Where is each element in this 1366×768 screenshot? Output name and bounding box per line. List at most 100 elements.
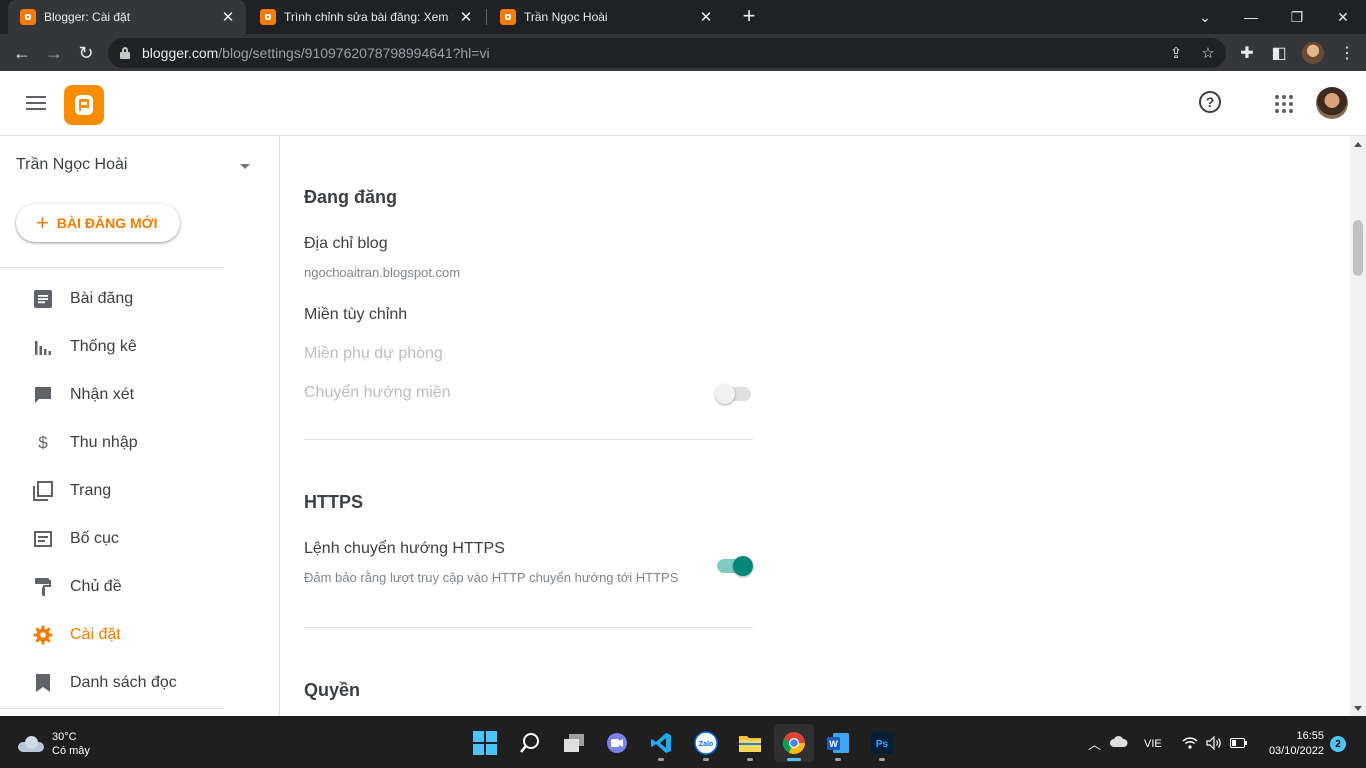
sidebar-item-theme[interactable]: Chủ đề bbox=[0, 567, 260, 607]
tab-blog-home[interactable]: Trần Ngọc Hoài ✕ bbox=[488, 0, 724, 34]
scroll-up-icon[interactable] bbox=[1354, 142, 1362, 147]
start-button[interactable] bbox=[465, 724, 505, 762]
blogger-favicon-icon bbox=[260, 9, 276, 25]
blog-address-value: ngochoaitran.blogspot.com bbox=[304, 265, 461, 280]
address-bar[interactable]: blogger.com/blog/settings/91097620787989… bbox=[108, 38, 1226, 68]
back-icon[interactable]: ← bbox=[8, 39, 36, 67]
tab-post-editor[interactable]: Trình chỉnh sửa bài đăng: Xem trư ✕ bbox=[248, 0, 484, 34]
bookmark-star-icon[interactable]: ☆ bbox=[1198, 43, 1218, 63]
settings-icon bbox=[32, 624, 54, 646]
clock-date: 03/10/2022 bbox=[1268, 745, 1324, 757]
sidebar-item-earnings[interactable]: $ Thu nhập bbox=[0, 423, 260, 463]
account-avatar[interactable] bbox=[1316, 87, 1348, 119]
tab-search-icon[interactable]: ⌄ bbox=[1182, 0, 1228, 34]
scroll-thumb[interactable] bbox=[1353, 220, 1363, 276]
scroll-down-icon[interactable] bbox=[1354, 706, 1362, 711]
teams-chat-icon[interactable] bbox=[597, 724, 637, 762]
language-indicator[interactable]: VIE bbox=[1144, 738, 1162, 750]
side-panel-icon[interactable]: ◧ bbox=[1268, 42, 1290, 64]
svg-text:W: W bbox=[829, 739, 838, 749]
blogger-favicon-icon bbox=[20, 9, 36, 25]
google-apps-icon[interactable] bbox=[1275, 95, 1293, 113]
redirect-domain-toggle[interactable] bbox=[715, 384, 753, 404]
svg-text:Zalo: Zalo bbox=[699, 741, 713, 748]
close-tab-icon[interactable]: ✕ bbox=[458, 8, 474, 26]
sidebar-item-reading-list[interactable]: Danh sách đọc bbox=[0, 663, 260, 703]
tab-blogger-settings[interactable]: Blogger: Cài đặt ✕ bbox=[8, 0, 246, 34]
https-redirect-label: Lệnh chuyển hướng HTTPS bbox=[304, 540, 505, 557]
blog-selector[interactable]: Trần Ngọc Hoài bbox=[16, 156, 256, 178]
vscode-icon[interactable] bbox=[641, 724, 681, 762]
cloud-icon bbox=[18, 736, 44, 752]
file-explorer-icon[interactable] bbox=[730, 724, 770, 762]
restore-button[interactable]: ❐ bbox=[1274, 0, 1320, 34]
chrome-taskbar-icon[interactable] bbox=[774, 724, 814, 762]
section-title-https: HTTPS bbox=[304, 492, 364, 512]
sidebar-item-settings[interactable]: Cài đặt bbox=[0, 615, 260, 655]
system-clock[interactable]: 16:55 03/10/2022 bbox=[1258, 729, 1324, 759]
posts-icon bbox=[32, 288, 54, 310]
bookmark-icon bbox=[32, 672, 54, 694]
blog-address-label[interactable]: Địa chỉ blog bbox=[304, 235, 388, 253]
browser-toolbar: ← → ↻ blogger.com/blog/settings/91097620… bbox=[0, 34, 1366, 71]
sidebar-item-posts[interactable]: Bài đăng bbox=[0, 279, 260, 319]
share-icon[interactable]: ⇪ bbox=[1166, 43, 1186, 63]
sidebar-item-label: Danh sách đọc bbox=[70, 674, 177, 691]
browser-tab-strip: Blogger: Cài đặt ✕ Trình chỉnh sửa bài đ… bbox=[0, 0, 1366, 34]
weather-condition: Có mây bbox=[52, 745, 90, 757]
plus-icon: + bbox=[36, 210, 49, 235]
section-divider bbox=[304, 439, 753, 440]
new-tab-button[interactable]: + bbox=[738, 5, 760, 27]
settings-panel: Đang đăng Địa chỉ blog ngochoaitran.blog… bbox=[281, 136, 1350, 716]
sidebar-item-layout[interactable]: Bố cục bbox=[0, 519, 260, 559]
https-redirect-toggle[interactable] bbox=[715, 556, 753, 576]
search-icon[interactable] bbox=[510, 724, 550, 762]
word-icon[interactable]: W bbox=[818, 724, 858, 762]
lock-icon[interactable] bbox=[120, 47, 130, 59]
extensions-icon[interactable]: ✚ bbox=[1236, 42, 1258, 64]
onedrive-cloud-icon[interactable] bbox=[1110, 736, 1128, 750]
close-tab-icon[interactable]: ✕ bbox=[698, 8, 714, 26]
tab-title: Trần Ngọc Hoài bbox=[524, 10, 608, 24]
sidebar-item-comments[interactable]: Nhận xét bbox=[0, 375, 260, 415]
zalo-icon[interactable]: Zalo bbox=[686, 724, 726, 762]
notification-badge[interactable]: 2 bbox=[1330, 736, 1346, 752]
volume-icon[interactable] bbox=[1206, 735, 1222, 753]
forward-icon[interactable]: → bbox=[40, 39, 68, 67]
new-post-label: BÀI ĐĂNG MỚI bbox=[56, 215, 158, 231]
sidebar-item-label: Nhận xét bbox=[70, 386, 135, 403]
sidebar-item-stats[interactable]: Thống kê bbox=[0, 327, 260, 367]
tab-title: Trình chỉnh sửa bài đăng: Xem trư bbox=[284, 10, 452, 24]
redirect-domain-label: Chuyển hướng miền bbox=[304, 384, 451, 401]
dollar-icon: $ bbox=[38, 433, 48, 452]
minimize-button[interactable]: — bbox=[1228, 0, 1274, 34]
sidebar-item-pages[interactable]: Trang bbox=[0, 471, 260, 511]
tab-title: Blogger: Cài đặt bbox=[44, 10, 131, 24]
page-scrollbar[interactable] bbox=[1350, 136, 1366, 716]
blogger-logo[interactable] bbox=[64, 85, 104, 125]
weather-widget[interactable]: 30°C Có mây bbox=[18, 730, 90, 758]
blog-name: Trần Ngọc Hoài bbox=[16, 156, 128, 173]
menu-icon[interactable] bbox=[26, 96, 46, 110]
close-window-button[interactable]: ✕ bbox=[1320, 0, 1366, 34]
chrome-menu-icon[interactable]: ⋮ bbox=[1336, 42, 1358, 64]
windows-taskbar: 30°C Có mây Zalo W Ps ︿ VIE 16:55 03/10/… bbox=[0, 716, 1366, 768]
blogger-favicon-icon bbox=[500, 9, 516, 25]
wifi-icon[interactable] bbox=[1182, 736, 1198, 752]
divider bbox=[0, 708, 224, 709]
divider bbox=[0, 267, 224, 268]
photoshop-icon[interactable]: Ps bbox=[862, 724, 902, 762]
show-hidden-icons-icon[interactable]: ︿ bbox=[1088, 734, 1101, 753]
profile-avatar[interactable] bbox=[1302, 42, 1324, 64]
reload-icon[interactable]: ↻ bbox=[72, 39, 100, 67]
help-icon[interactable]: ? bbox=[1199, 91, 1221, 113]
sidebar-item-label: Cài đặt bbox=[70, 626, 121, 643]
battery-icon[interactable] bbox=[1230, 738, 1248, 751]
sidebar-item-label: Bài đăng bbox=[70, 290, 134, 307]
close-tab-icon[interactable]: ✕ bbox=[220, 8, 236, 26]
layout-icon bbox=[32, 528, 54, 550]
new-post-button[interactable]: + BÀI ĐĂNG MỚI bbox=[16, 204, 180, 242]
task-view-icon[interactable] bbox=[554, 724, 594, 762]
custom-domain-label[interactable]: Miền tùy chỉnh bbox=[304, 306, 407, 324]
tab-separator bbox=[486, 9, 487, 25]
